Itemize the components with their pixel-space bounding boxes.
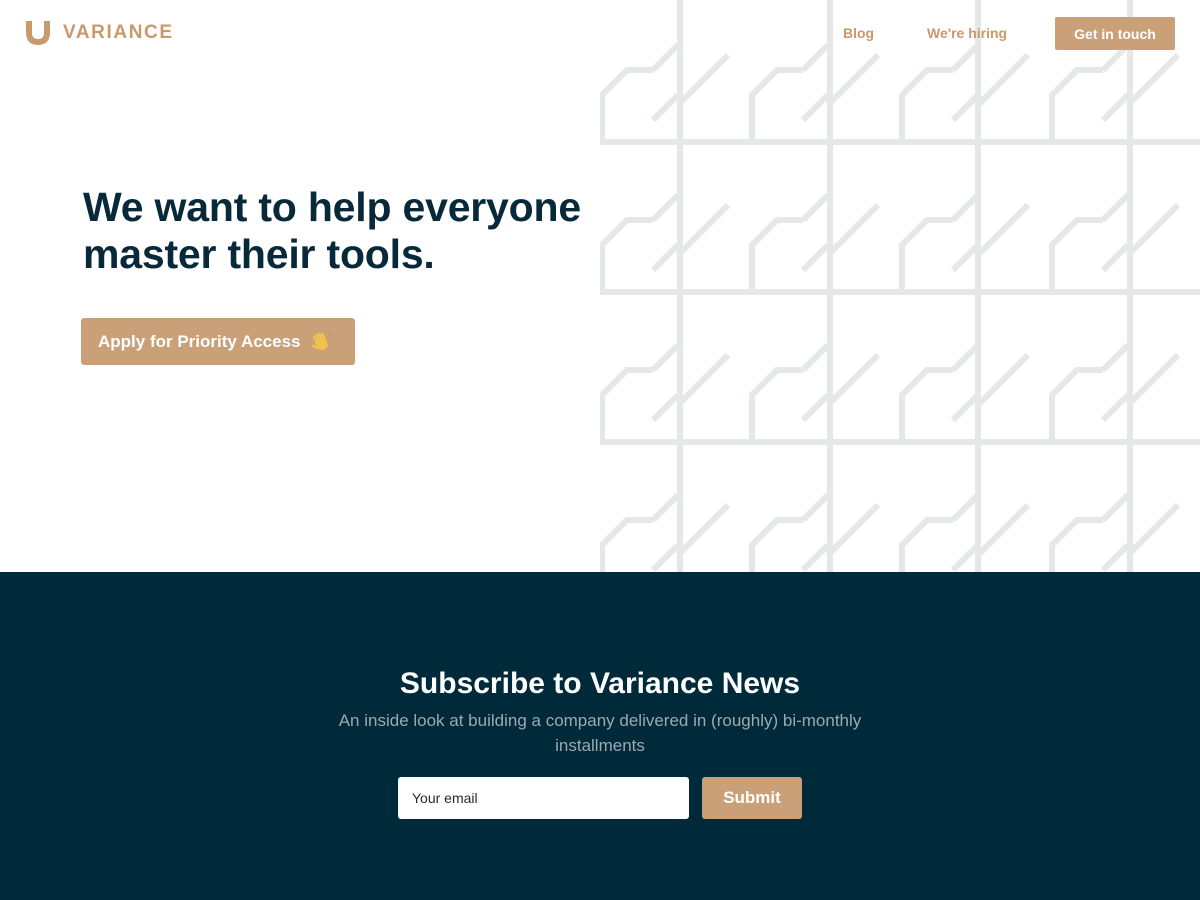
brand-logo[interactable]: VARIANCE [24,19,174,47]
waving-hand-icon [311,332,331,350]
submit-button[interactable]: Submit [702,777,802,819]
background-pattern [600,0,1200,572]
get-in-touch-button[interactable]: Get in touch [1055,17,1175,50]
newsletter-title: Subscribe to Variance News [399,667,801,700]
pattern-path [600,0,1200,572]
email-input[interactable] [398,777,689,819]
newsletter-form: Submit [398,777,802,819]
newsletter-subtitle: An inside look at building a company del… [338,711,862,755]
newsletter-section: Subscribe to Variance News An inside loo… [0,572,1200,900]
brand-name: VARIANCE [63,22,174,43]
hero-headline: We want to help everyone master their to… [83,184,581,277]
hero-section: VARIANCE Blog We're hiring Get in touch … [0,0,1200,572]
nav-link-hiring[interactable]: We're hiring [927,25,1007,41]
apply-button-label: Apply for Priority Access [98,331,301,351]
apply-priority-access-button[interactable]: Apply for Priority Access [81,318,355,365]
variance-v-logo-icon [26,21,50,45]
nav-link-blog[interactable]: Blog [843,25,874,41]
